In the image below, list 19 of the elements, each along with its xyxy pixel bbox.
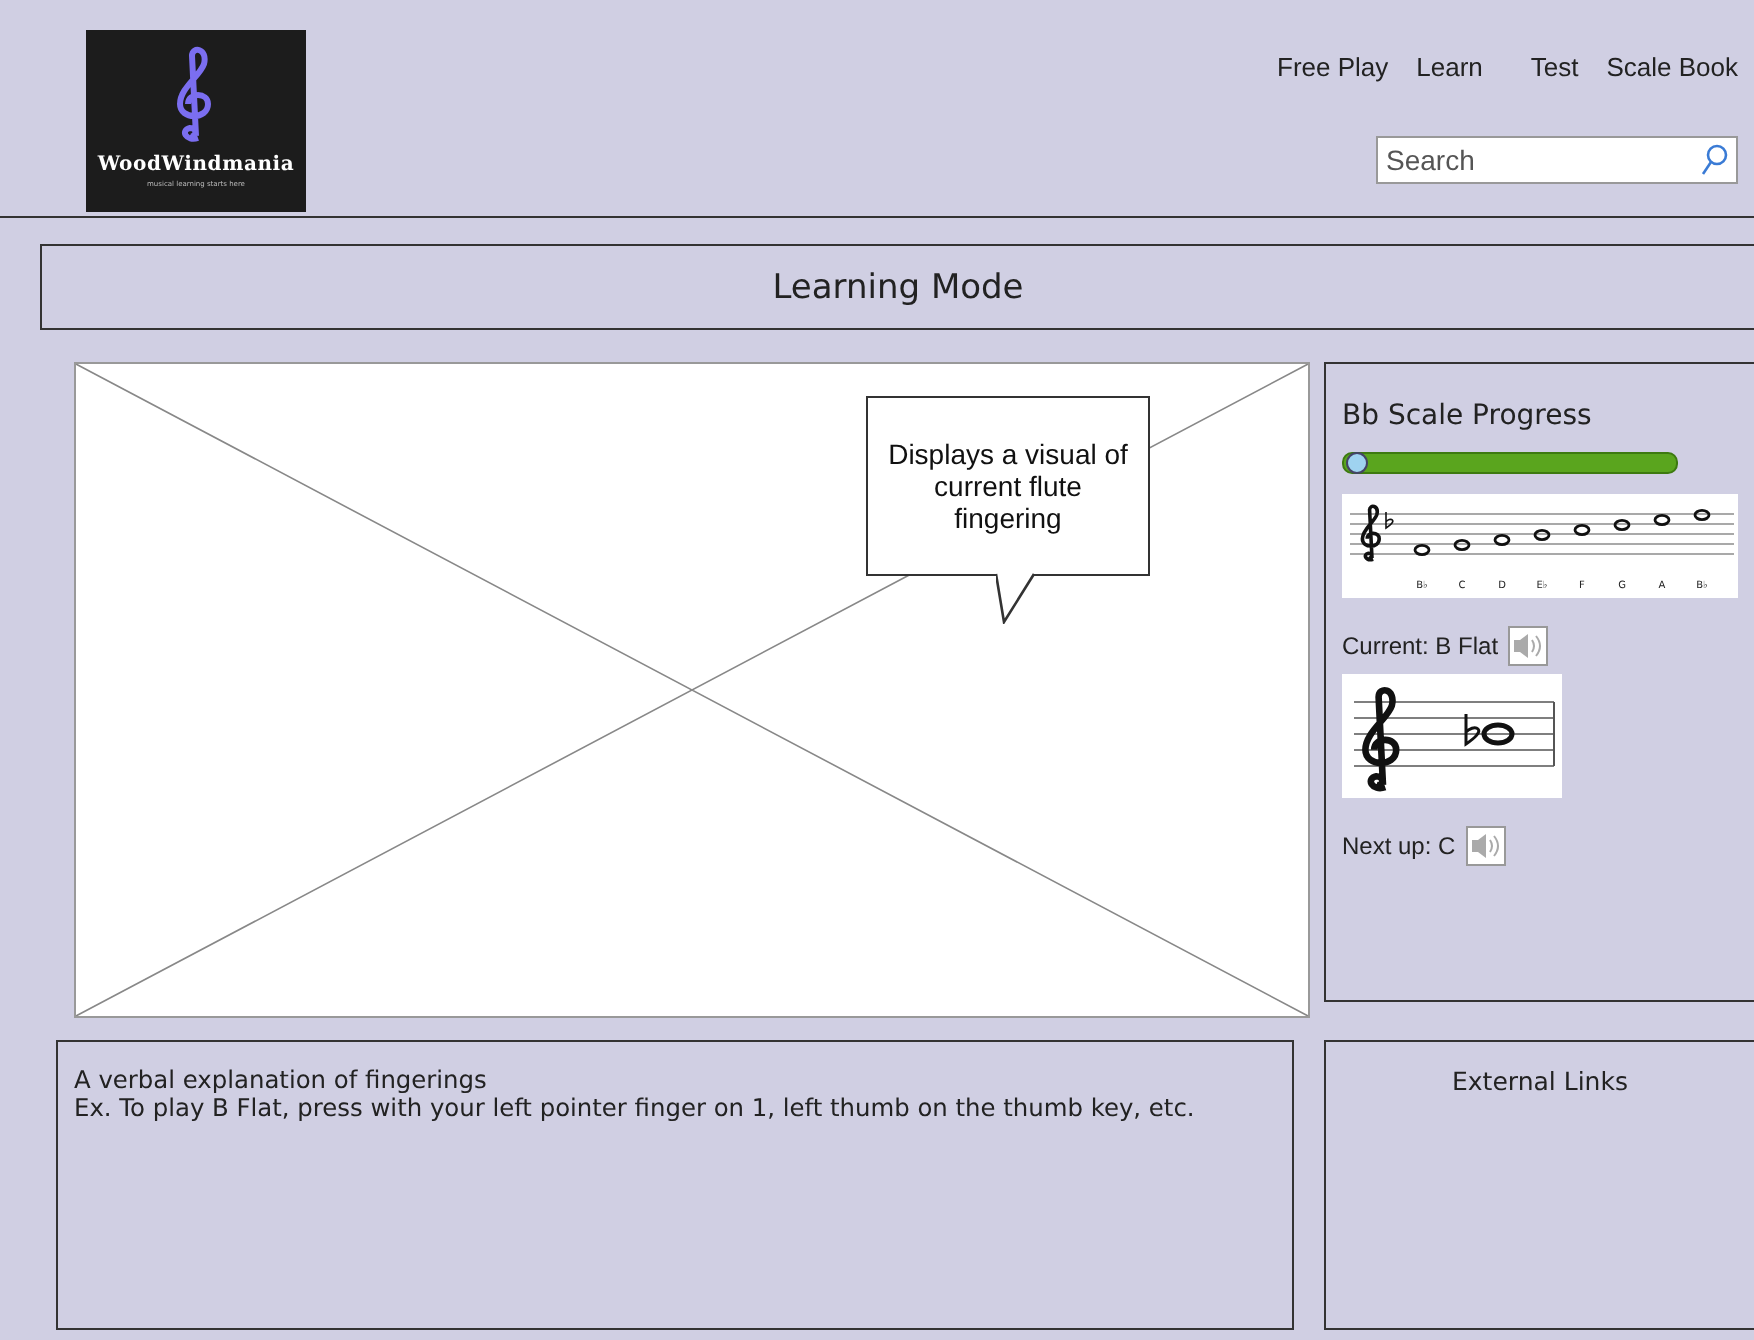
explanation-text: Ex. To play B Flat, press with your left pointer finger on 1, left thumb on the thumb key, etc.: [74, 1094, 1197, 1122]
play-sound-button[interactable]: [1465, 826, 1506, 866]
search-field[interactable]: Search: [1376, 136, 1738, 184]
links-title: External Links: [1452, 1066, 1628, 1100]
callout: Displays a visual of current flute fingering: [866, 396, 1150, 576]
search-icon[interactable]: [1700, 144, 1728, 176]
nav-link[interactable]: Scale Book: [1606, 52, 1738, 82]
page-title: Learning Mode: [772, 267, 1024, 307]
nav-link[interactable]: Free Play: [1277, 52, 1389, 82]
next-note-label: Next up: C: [1342, 832, 1456, 860]
logo-name: WoodWindmania: [97, 154, 295, 176]
panel-title: Bb Scale Progress: [1342, 400, 1594, 432]
nav-link[interactable]: Learn: [1416, 52, 1483, 82]
explanation-text: A verbal explanation of fingerings: [74, 1066, 489, 1094]
nav-link[interactable]: Test: [1530, 52, 1579, 82]
speaker-icon: [1512, 632, 1545, 660]
play-sound-button[interactable]: [1508, 626, 1549, 666]
current-note-label: Current: B Flat: [1342, 632, 1499, 660]
speaker-icon: [1469, 832, 1502, 860]
